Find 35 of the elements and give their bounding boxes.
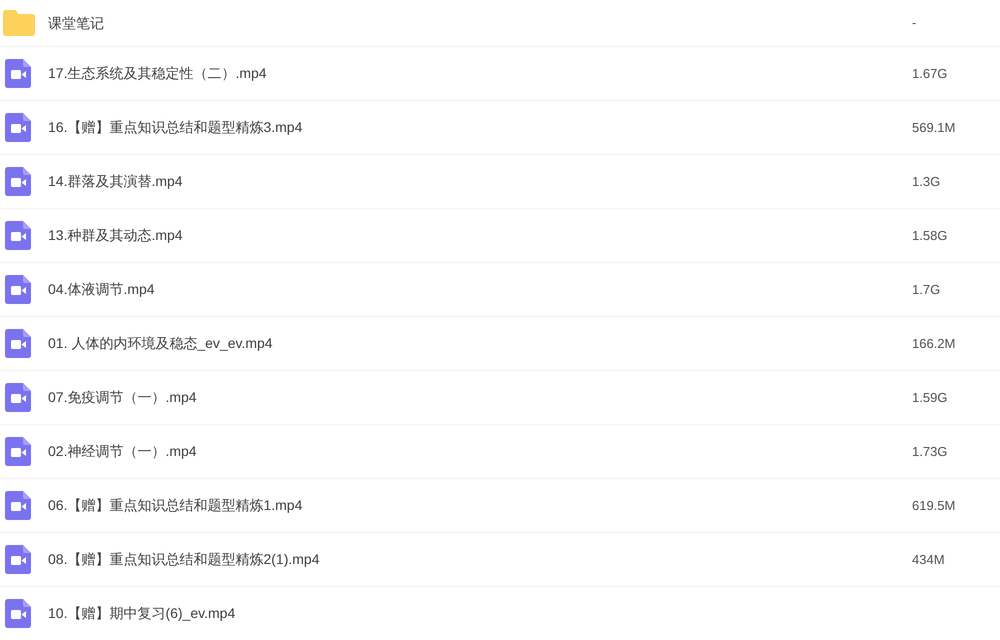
video-file-icon <box>5 275 31 304</box>
file-name[interactable]: 16.【赠】重点知识总结和题型精炼3.mp4 <box>48 117 302 138</box>
file-size: 1.67G <box>912 64 948 83</box>
video-file-icon <box>5 221 31 250</box>
file-name[interactable]: 07.免疫调节（一）.mp4 <box>48 387 197 408</box>
file-name[interactable]: 10.【赠】期中复习(6)_ev.mp4 <box>48 603 236 624</box>
file-name[interactable]: 14.群落及其演替.mp4 <box>48 171 183 192</box>
video-file-icon <box>5 329 31 358</box>
file-size: 1.59G <box>912 388 948 407</box>
video-file-icon <box>5 491 31 520</box>
file-size: 1.73G <box>912 442 948 461</box>
video-file-icon <box>5 437 31 466</box>
video-file-icon <box>5 113 31 142</box>
file-name[interactable]: 06.【赠】重点知识总结和题型精炼1.mp4 <box>48 495 302 516</box>
file-name[interactable]: 13.种群及其动态.mp4 <box>48 225 183 246</box>
video-file-icon <box>5 59 31 88</box>
file-name[interactable]: 课堂笔记 <box>48 12 104 34</box>
video-file-icon <box>5 167 31 196</box>
file-size: - <box>912 14 916 32</box>
folder-icon <box>3 10 35 36</box>
file-name[interactable]: 08.【赠】重点知识总结和题型精炼2(1).mp4 <box>48 549 320 570</box>
file-size: 1.3G <box>912 172 940 191</box>
file-name[interactable]: 02.神经调节（一）.mp4 <box>48 441 197 462</box>
file-size: 434M <box>912 550 945 569</box>
file-name[interactable]: 04.体液调节.mp4 <box>48 279 155 300</box>
video-file-icon <box>5 383 31 412</box>
file-size: 1.58G <box>912 226 948 245</box>
video-file-icon <box>5 545 31 574</box>
file-size: 1.7G <box>912 280 940 299</box>
file-size: 619.5M <box>912 496 956 515</box>
file-size: 569.1M <box>912 118 956 137</box>
file-name[interactable]: 01. 人体的内环境及稳态_ev_ev.mp4 <box>48 333 273 354</box>
file-name[interactable]: 17.生态系统及其稳定性（二）.mp4 <box>48 63 267 84</box>
file-size: 166.2M <box>912 334 956 353</box>
video-file-icon <box>5 599 31 628</box>
